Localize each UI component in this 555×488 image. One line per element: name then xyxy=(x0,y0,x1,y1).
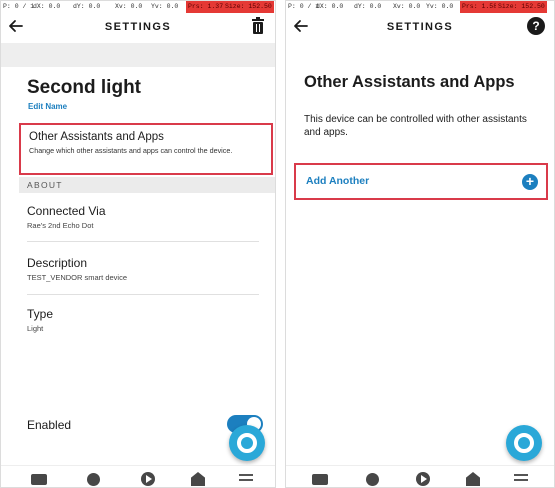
type-item: Type Light xyxy=(27,307,53,333)
status-prs: Prs: 1.37 xyxy=(186,1,226,13)
page-header-title: SETTINGS xyxy=(386,21,454,33)
home-icon[interactable] xyxy=(312,474,328,485)
status-xv: Xv: 0.0 xyxy=(393,3,421,10)
other-assistants-description: Change which other assistants and apps c… xyxy=(29,146,233,155)
page-description: This device can be controlled with other… xyxy=(304,114,527,138)
bottom-navigation xyxy=(286,465,554,487)
home-icon[interactable] xyxy=(31,474,47,485)
connected-via-title: Connected Via xyxy=(27,204,106,218)
trash-icon[interactable] xyxy=(251,17,265,35)
status-pointer: P: 0 / 1 xyxy=(288,3,320,10)
status-dy: dY: 0.0 xyxy=(354,3,382,10)
status-yv: Yv: 0.0 xyxy=(151,3,179,10)
other-assistants-title: Other Assistants and Apps xyxy=(29,131,164,143)
status-size: Size: 152.50 xyxy=(496,1,547,13)
type-value: Light xyxy=(27,324,44,333)
devices-icon[interactable] xyxy=(191,472,205,486)
status-xv: Xv: 0.0 xyxy=(115,3,143,10)
plus-circle-icon[interactable]: + xyxy=(522,174,538,190)
status-size: Size: 152.50 xyxy=(223,1,274,13)
play-icon[interactable] xyxy=(141,472,155,486)
top-app-bar: SETTINGS xyxy=(1,15,275,41)
enabled-label: Enabled xyxy=(27,418,72,432)
more-icon[interactable] xyxy=(514,474,528,487)
divider xyxy=(27,294,259,295)
alexa-button-icon[interactable] xyxy=(506,425,542,461)
edit-name-link[interactable]: Edit Name xyxy=(28,102,67,111)
about-section-header: ABOUT xyxy=(19,177,275,193)
description-value: TEST_VENDOR smart device xyxy=(27,273,128,282)
other-assistants-row[interactable]: Other Assistants and Apps Change which o… xyxy=(19,123,273,175)
chat-icon[interactable] xyxy=(366,473,379,486)
device-name-heading: Second light xyxy=(27,77,141,98)
screenshot-stage: P: 0 / 1 dX: 0.0 dY: 0.0 Xv: 0.0 Yv: 0.0… xyxy=(0,0,555,488)
status-yv: Yv: 0.0 xyxy=(426,3,454,10)
devices-icon[interactable] xyxy=(466,472,480,486)
header-divider-band xyxy=(1,43,275,67)
type-title: Type xyxy=(27,307,54,321)
more-icon[interactable] xyxy=(239,474,253,487)
device-settings-screen: P: 0 / 1 dX: 0.0 dY: 0.0 Xv: 0.0 Yv: 0.0… xyxy=(0,0,276,488)
divider xyxy=(27,241,259,242)
page-title: Other Assistants and Apps xyxy=(304,73,515,91)
add-another-label: Add Another xyxy=(306,175,370,187)
top-app-bar: SETTINGS ? xyxy=(286,15,554,41)
description-title: Description xyxy=(27,256,88,270)
connected-via-item: Connected Via Rae's 2nd Echo Dot xyxy=(27,204,106,230)
debug-status-bar: P: 0 / 1 dX: 0.0 dY: 0.0 Xv: 0.0 Yv: 0.0… xyxy=(1,1,275,13)
description-item: Description TEST_VENDOR smart device xyxy=(27,256,127,282)
status-dx: dX: 0.0 xyxy=(316,3,344,10)
bottom-navigation xyxy=(1,465,275,487)
add-another-row[interactable]: Add Another + xyxy=(294,163,548,200)
help-icon[interactable]: ? xyxy=(527,17,545,35)
status-dx: dX: 0.0 xyxy=(33,3,61,10)
status-pointer: P: 0 / 1 xyxy=(3,3,35,10)
alexa-button-icon[interactable] xyxy=(229,425,265,461)
debug-status-bar: P: 0 / 1 dX: 0.0 dY: 0.0 Xv: 0.0 Yv: 0.0… xyxy=(286,1,554,13)
play-icon[interactable] xyxy=(416,472,430,486)
connected-via-value: Rae's 2nd Echo Dot xyxy=(27,221,94,230)
status-dy: dY: 0.0 xyxy=(73,3,101,10)
other-assistants-screen: P: 0 / 1 dX: 0.0 dY: 0.0 Xv: 0.0 Yv: 0.0… xyxy=(285,0,555,488)
page-header-title: SETTINGS xyxy=(104,21,172,33)
chat-icon[interactable] xyxy=(87,473,100,486)
status-prs: Prs: 1.58 xyxy=(460,1,500,13)
